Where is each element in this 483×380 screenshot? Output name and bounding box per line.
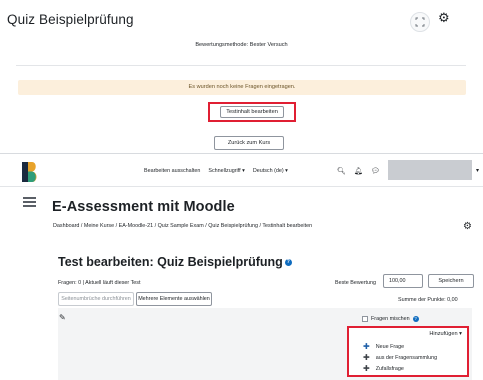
language-menu[interactable]: Deutsch (de) ▾ <box>253 168 288 174</box>
menu-item-random-question[interactable]: ✚ Zufallsfrage <box>363 365 404 373</box>
chevron-down-icon[interactable]: ▾ <box>476 167 479 174</box>
shuffle-checkbox[interactable] <box>362 316 368 322</box>
question-info: Fragen: 0 | Aktuell läuft dieser Test <box>58 280 141 286</box>
edit-mode-toggle[interactable]: Bearbeiten ausschalten <box>144 168 200 174</box>
menu-item-label: Neue Frage <box>375 344 405 350</box>
menu-item-new-question[interactable]: ✚ Neue Frage <box>363 343 404 351</box>
max-grade-input[interactable]: 100,00 <box>383 274 423 288</box>
nav-items: Bearbeiten ausschalten Schnellzugriff ▾ … <box>144 154 296 187</box>
quiz-view-panel: Quiz Beispielprüfung ⚙ Bewertungsmethode… <box>0 0 483 153</box>
edit-quiz-highlight: Testinhalt bearbeiten <box>208 102 296 122</box>
edit-quiz-panel: Bearbeiten ausschalten Schnellzugriff ▾ … <box>0 153 483 380</box>
breadcrumb[interactable]: Dashboard / Meine Kurse / EA-Moodle-21 /… <box>53 223 312 229</box>
search-icon[interactable]: 🔍︎ <box>337 167 346 175</box>
pencil-icon[interactable]: ✎ <box>59 313 66 322</box>
quiz-title: Quiz Beispielprüfung <box>7 12 134 27</box>
repaginate-button[interactable]: Seitenumbrüche durchführen <box>58 292 134 306</box>
add-menu-button[interactable]: Hinzufügen ▾ <box>429 331 462 337</box>
page-title: Test bearbeiten: Quiz Beispielprüfung? <box>58 255 292 269</box>
user-menu[interactable] <box>388 160 472 180</box>
gear-icon[interactable]: ⚙ <box>463 222 472 232</box>
shuffle-label: Fragen mischen <box>371 316 410 322</box>
logo[interactable] <box>22 162 38 182</box>
navbar: Bearbeiten ausschalten Schnellzugriff ▾ … <box>0 154 483 187</box>
plus-icon: ✚ <box>363 353 370 362</box>
chat-icon[interactable]: 💬︎ <box>371 167 380 175</box>
menu-item-label: aus der Fragensammlung <box>375 355 438 361</box>
hamburger-menu-icon[interactable] <box>23 197 36 207</box>
back-to-course-button[interactable]: Zurück zum Kurs <box>214 136 284 150</box>
save-button[interactable]: Speichern <box>428 274 474 288</box>
edit-quiz-button[interactable]: Testinhalt bearbeiten <box>220 106 284 118</box>
max-grade-label: Beste Bewertung <box>335 280 377 286</box>
add-menu-highlight: Hinzufügen ▾ ✚ Neue Frage ✚ aus der Frag… <box>347 326 469 377</box>
expand-icon <box>415 17 425 27</box>
plus-icon: ✚ <box>363 342 370 351</box>
fullscreen-button[interactable] <box>410 12 430 32</box>
no-questions-alert: Es wurden noch keine Fragen eingetragen. <box>18 80 466 95</box>
divider <box>16 65 466 66</box>
grading-method: Bewertungsmethode: Bester Versuch <box>195 42 288 48</box>
shuffle-questions: Fragen mischen ? <box>362 316 419 322</box>
site-title: E-Assessment mit Moodle <box>52 199 235 215</box>
plus-icon: ✚ <box>363 364 370 373</box>
nav-icons: 🔍︎ 🔔︎ 💬︎ <box>337 154 388 187</box>
page-title-text: Test bearbeiten: Quiz Beispielprüfung <box>58 255 283 269</box>
menu-item-from-question-bank[interactable]: ✚ aus der Fragensammlung <box>363 354 437 362</box>
select-multiple-button[interactable]: Mehrere Elemente auswählen <box>136 292 212 306</box>
total-marks: Summe der Punkte: 0,00 <box>398 297 458 303</box>
quick-access-menu[interactable]: Schnellzugriff ▾ <box>208 168 244 174</box>
gear-icon[interactable]: ⚙ <box>438 11 450 24</box>
help-icon[interactable]: ? <box>284 259 292 267</box>
help-icon[interactable]: ? <box>412 316 419 322</box>
menu-item-label: Zufallsfrage <box>375 366 404 372</box>
bell-icon[interactable]: 🔔︎ <box>354 167 363 175</box>
